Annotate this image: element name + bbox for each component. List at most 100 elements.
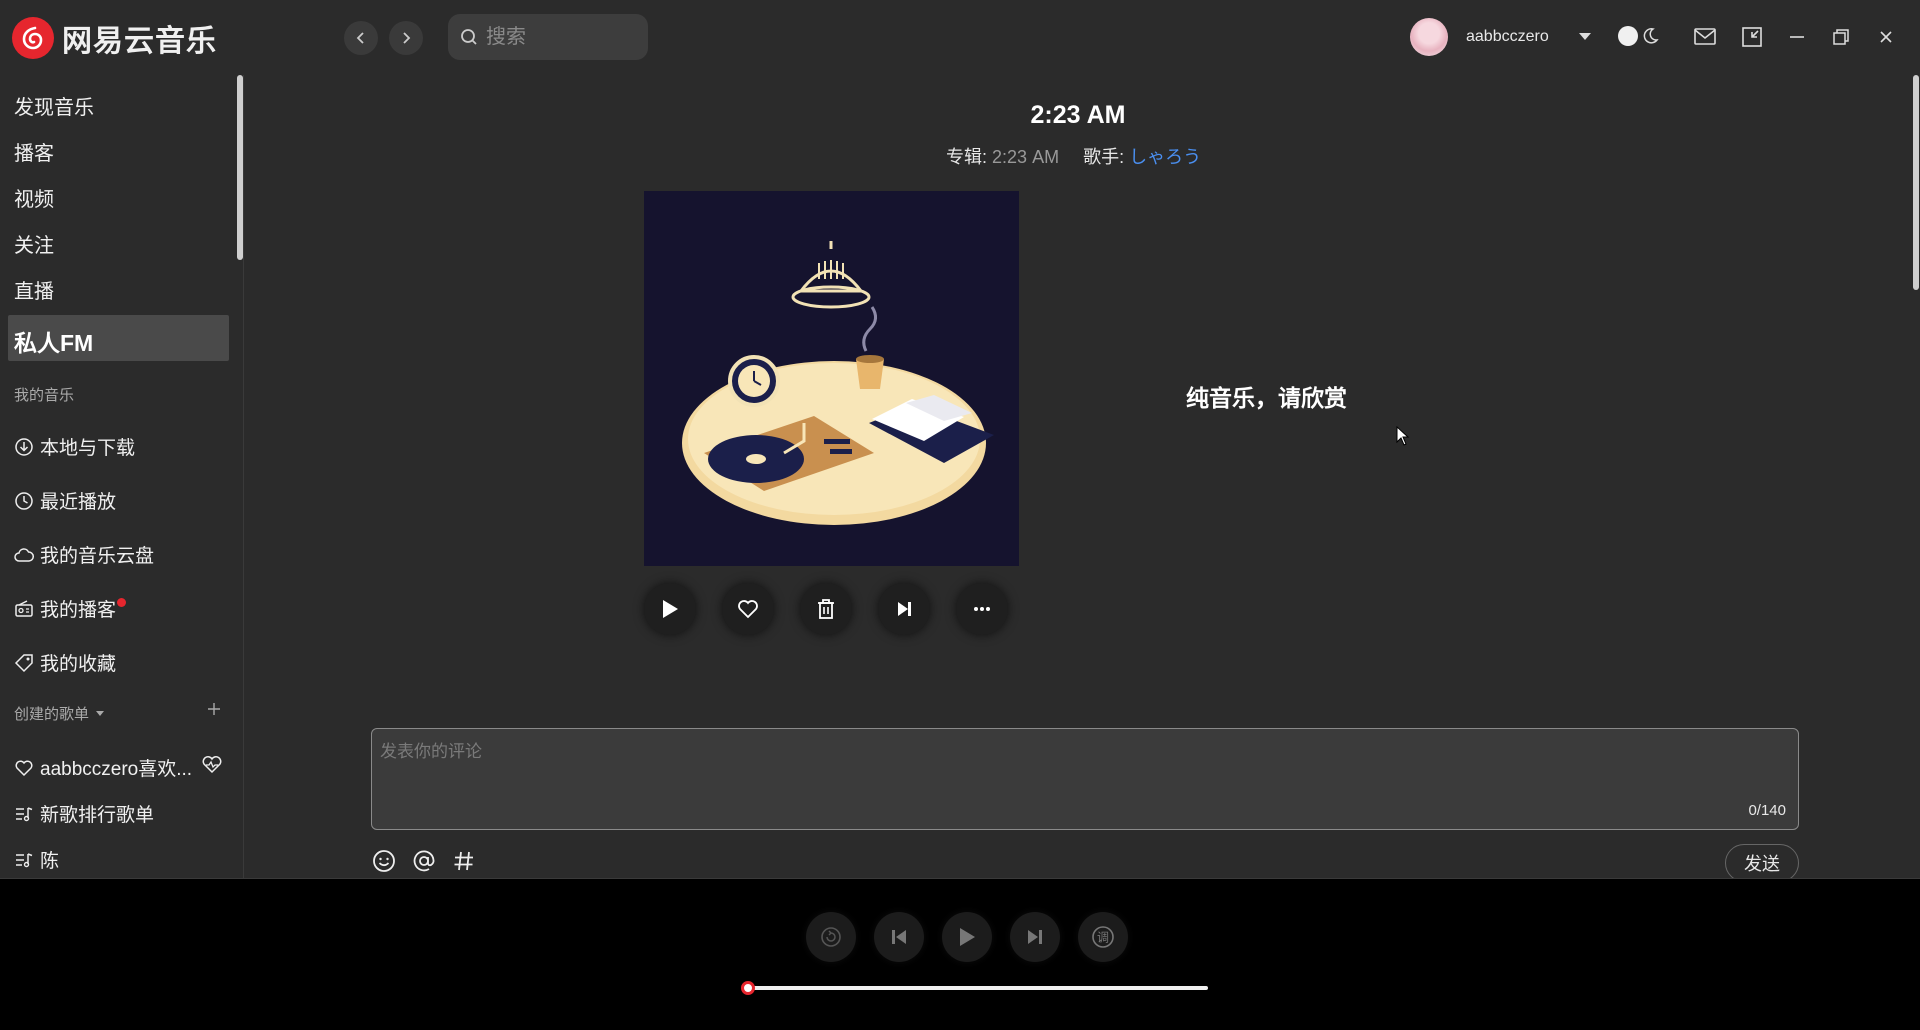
chevron-right-icon [403, 32, 411, 44]
playlist-chen[interactable]: 陈 [14, 846, 59, 873]
user-menu-dropdown[interactable] [1570, 22, 1600, 52]
sidebar-item-video[interactable]: 视频 [14, 183, 54, 212]
maximize-button[interactable] [1826, 22, 1856, 52]
fm-mode-icon [821, 927, 841, 947]
skip-next-icon [1028, 930, 1042, 944]
mini-mode-button[interactable] [1737, 22, 1767, 52]
sidebar-item-favorites[interactable]: 我的收藏 [14, 649, 116, 676]
song-title: 2:23 AM [1030, 101, 1126, 129]
search-icon [461, 29, 477, 45]
caret-down-icon [96, 710, 105, 716]
fm-play-button[interactable] [644, 583, 696, 635]
previous-button[interactable] [874, 912, 924, 962]
clock-icon [15, 491, 33, 510]
comment-toolbar [371, 848, 477, 874]
trash-button[interactable] [800, 583, 852, 635]
username[interactable]: aabbcczero [1466, 28, 1549, 46]
sidebar-item-personal-fm[interactable]: 私人FM [8, 315, 229, 361]
sidebar-item-follow[interactable]: 关注 [14, 229, 54, 258]
avatar[interactable] [1410, 18, 1448, 56]
download-icon [15, 437, 33, 456]
comment-input[interactable] [372, 729, 1798, 829]
netease-logo-icon [12, 17, 54, 59]
heart-icon [738, 600, 758, 619]
shrink-window-icon [1742, 27, 1762, 47]
lyric-text: 纯音乐，请欣赏 [1186, 385, 1347, 411]
play-mode-button[interactable] [806, 912, 856, 962]
restore-icon [1833, 29, 1849, 45]
svg-text:调: 调 [1097, 931, 1109, 945]
sidebar-item-label: 私人FM [14, 330, 94, 356]
at-icon [413, 850, 435, 872]
comment-box: 0/140 [371, 728, 1799, 830]
player-bar: 调 [0, 878, 1920, 1030]
sidebar-item-recent[interactable]: 最近播放 [14, 487, 116, 514]
playlist-icon [16, 852, 33, 867]
more-dots-icon [974, 607, 990, 611]
mouse-cursor-icon [1396, 426, 1410, 446]
fm-controls [644, 583, 1008, 635]
sidebar-item-discover[interactable]: 发现音乐 [14, 91, 94, 120]
radio-icon [15, 599, 33, 617]
send-button[interactable]: 发送 [1725, 844, 1799, 878]
next-button[interactable] [1010, 912, 1060, 962]
notification-dot [117, 598, 127, 607]
trash-icon [818, 599, 834, 619]
sidebar-item-local-download[interactable]: 本地与下载 [14, 433, 135, 460]
search-bar[interactable] [448, 14, 648, 60]
song-meta: 专辑: 2:23 AM 歌手: しゃろう [946, 147, 1202, 167]
like-button[interactable] [722, 583, 774, 635]
app-name: 网易云音乐 [62, 25, 217, 58]
skip-next-icon [898, 602, 911, 616]
moon-icon [1643, 28, 1659, 44]
tag-icon [14, 653, 33, 672]
created-playlists-toggle[interactable]: 创建的歌单 [14, 703, 105, 724]
sidebar-item-live[interactable]: 直播 [14, 275, 54, 304]
tune-icon: 调 [1092, 926, 1114, 948]
lyrics-adjust-button[interactable]: 调 [1078, 912, 1128, 962]
sidebar-item-cloud[interactable]: 我的音乐云盘 [14, 541, 154, 568]
heartbeat-mode-button[interactable] [201, 755, 223, 775]
progress-bar[interactable] [741, 981, 1208, 995]
album-cover [644, 191, 1019, 566]
minimize-button[interactable] [1782, 22, 1812, 52]
app-logo[interactable]: 网易云音乐 [12, 16, 217, 60]
mail-icon [1694, 28, 1716, 45]
sidebar-scrollbar[interactable] [237, 75, 243, 260]
more-button[interactable] [956, 583, 1008, 635]
hashtag-icon [454, 851, 473, 871]
heartbeat-icon [202, 756, 222, 774]
mention-button[interactable] [411, 848, 437, 874]
close-button[interactable] [1871, 22, 1901, 52]
playlist-liked[interactable]: aabbcczero喜欢... [14, 754, 192, 781]
play-icon [663, 600, 678, 618]
sidebar-item-podcast[interactable]: 播客 [14, 137, 54, 166]
heart-icon [15, 760, 33, 776]
char-counter: 0/140 [1748, 802, 1786, 819]
toggle-knob [1618, 26, 1638, 46]
hashtag-button[interactable] [451, 848, 477, 874]
caret-down-icon [1579, 33, 1591, 40]
album-name[interactable]: 2:23 AM [992, 147, 1059, 167]
back-button[interactable] [344, 21, 378, 55]
artist-link[interactable]: しゃろう [1129, 147, 1201, 167]
fm-next-button[interactable] [878, 583, 930, 635]
playlist-new-songs[interactable]: 新歌排行歌单 [14, 800, 154, 827]
fm-main-panel: 2:23 AM 专辑: 2:23 AM 歌手: しゃろう 纯音乐，请欣赏 发表你… [244, 75, 1920, 878]
play-icon [960, 928, 975, 946]
forward-button[interactable] [389, 21, 423, 55]
turntable-illustration-icon [644, 191, 1019, 566]
sidebar-item-my-podcast[interactable]: 我的播客 [14, 595, 127, 622]
progress-knob[interactable] [741, 981, 755, 995]
minimize-icon [1790, 36, 1804, 38]
play-button[interactable] [942, 912, 992, 962]
title-bar: 网易云音乐 aabbcczero [0, 0, 1920, 75]
playlist-icon [16, 806, 33, 821]
theme-toggle[interactable] [1618, 26, 1660, 46]
add-playlist-button[interactable] [206, 701, 222, 717]
cloud-icon [14, 547, 34, 562]
main-scrollbar[interactable] [1913, 75, 1919, 290]
search-input[interactable] [486, 25, 636, 49]
emoji-button[interactable] [371, 848, 397, 874]
message-button[interactable] [1690, 22, 1720, 52]
